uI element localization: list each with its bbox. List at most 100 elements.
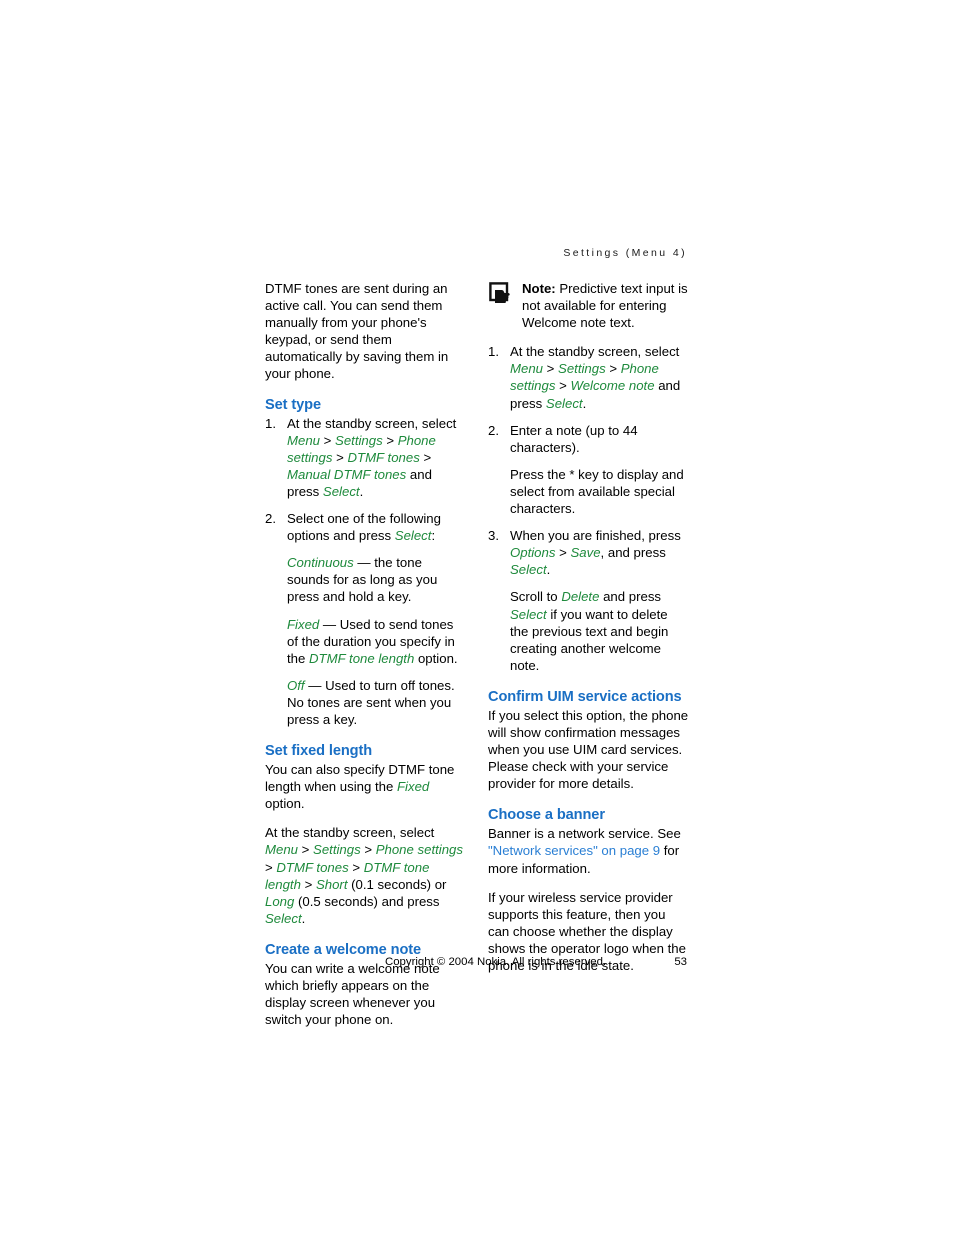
option-off: Off — Used to turn off tones. No tones a… xyxy=(287,677,466,728)
option-dash: — xyxy=(353,555,375,571)
ui-path-dtmf-tones: DTMF tones xyxy=(347,449,420,465)
ui-path-save: Save xyxy=(570,545,601,561)
intro-paragraph: DTMF tones are sent during an active cal… xyxy=(265,281,449,382)
choose-banner-paragraph-1: Banner is a network service. See "Networ… xyxy=(488,825,689,876)
heading-set-fixed-length: Set fixed length xyxy=(265,743,373,760)
ui-path-select: Select xyxy=(510,606,547,622)
step-end: : xyxy=(431,528,436,544)
ui-path-menu: Menu xyxy=(510,361,543,377)
right-column: Note: Predictive text input is not avail… xyxy=(488,280,689,974)
long-duration: (0.5 seconds) and press xyxy=(294,893,440,909)
path-separator: > xyxy=(300,876,316,892)
ui-path-fixed: Fixed xyxy=(396,779,430,795)
left-column: DTMF tones are sent during an active cal… xyxy=(265,280,466,1028)
step-text-secondary: Scroll to Delete and press Select if you… xyxy=(510,588,689,673)
welcome-note-steps: 1. At the standby screen, select Menu > … xyxy=(488,343,689,674)
short-duration: (0.1 seconds) or xyxy=(347,876,447,892)
list-item: 2. Enter a note (up to 44 characters). P… xyxy=(488,422,689,517)
path-separator: > xyxy=(332,449,348,465)
path-separator: > xyxy=(605,361,621,377)
step-end: . xyxy=(582,395,587,411)
path-separator: > xyxy=(555,545,571,561)
confirm-uim-paragraph: If you select this option, the phone wil… xyxy=(488,707,689,792)
ui-path-short: Short xyxy=(315,876,348,892)
path-separator: > xyxy=(555,378,571,394)
step-lead: When you are finished, press xyxy=(510,528,681,544)
step-lead: At the standby screen, select xyxy=(287,415,457,431)
heading-choose-a-banner: Choose a banner xyxy=(488,807,605,824)
option-dash: — xyxy=(304,677,326,693)
text-lead: Scroll to xyxy=(510,589,562,605)
note-label: Note: xyxy=(522,281,556,296)
option-term: Fixed xyxy=(287,616,320,632)
path-separator: > xyxy=(298,842,314,858)
ui-path-dtmf-tones: DTMF tones xyxy=(276,859,349,875)
step-number: 2. xyxy=(265,511,276,527)
ui-path-options: Options xyxy=(510,545,556,561)
ui-path-select: Select xyxy=(545,395,583,411)
step-mid: , and press xyxy=(600,545,666,561)
note-callout: Note: Predictive text input is not avail… xyxy=(488,280,689,331)
step-number: 3. xyxy=(488,528,499,544)
text-before: Banner is a network service. See xyxy=(488,826,681,842)
ui-path-menu: Menu xyxy=(265,842,298,858)
ui-path-select: Select xyxy=(322,483,360,499)
step-text-secondary: Press the * key to display and select fr… xyxy=(510,466,684,517)
step-number: 1. xyxy=(265,415,276,431)
ui-path-dtmf-tone-length: DTMF tone length xyxy=(309,650,415,666)
text-after: option. xyxy=(265,796,305,812)
path-separator: > xyxy=(348,859,364,875)
text-end: . xyxy=(301,910,306,926)
fixed-length-paragraph-2: At the standby screen, select Menu > Set… xyxy=(265,824,466,927)
list-item: 1. At the standby screen, select Menu > … xyxy=(265,415,466,500)
set-type-steps: 1. At the standby screen, select Menu > … xyxy=(265,415,466,729)
fixed-length-paragraph-1: You can also specify DTMF tone length wh… xyxy=(265,761,466,812)
step-text: Enter a note (up to 44 characters). xyxy=(510,422,638,455)
note-pointing-hand-icon xyxy=(489,282,515,306)
step-end: . xyxy=(359,483,364,499)
text-mid: and press xyxy=(599,589,662,605)
running-header: Settings (Menu 4) xyxy=(563,247,687,259)
ui-path-long: Long xyxy=(265,893,295,909)
ui-path-select: Select xyxy=(510,562,547,578)
text-lead: At the standby screen, select xyxy=(265,825,435,841)
heading-confirm-uim-service-actions: Confirm UIM service actions xyxy=(488,688,682,705)
path-separator: > xyxy=(360,842,376,858)
ui-path-menu: Menu xyxy=(287,432,320,448)
ui-path-phone-settings: Phone settings xyxy=(375,842,463,858)
step-lead: At the standby screen, select xyxy=(510,344,680,360)
step-number: 1. xyxy=(488,344,499,360)
step-text: At the standby screen, select Menu > Set… xyxy=(510,343,689,411)
list-item: 2. Select one of the following options a… xyxy=(265,510,466,728)
cross-reference-link[interactable]: "Network services" on page 9 xyxy=(488,843,660,858)
ui-path-select: Select xyxy=(265,910,302,926)
list-item: 1. At the standby screen, select Menu > … xyxy=(488,343,689,411)
list-item: 3. When you are finished, press Options … xyxy=(488,527,689,674)
option-fixed: Fixed — Used to send tones of the durati… xyxy=(287,616,466,667)
ui-path-settings: Settings xyxy=(558,361,606,377)
step-number: 2. xyxy=(488,422,499,438)
path-separator: > xyxy=(543,361,559,377)
create-welcome-note-paragraph: You can write a welcome note which brief… xyxy=(265,960,440,1028)
ui-path-select: Select xyxy=(394,528,432,544)
ui-path-welcome-note: Welcome note xyxy=(570,378,655,394)
ui-path-delete: Delete xyxy=(561,589,600,605)
option-dash: — xyxy=(319,616,340,632)
ui-path-settings: Settings xyxy=(313,842,361,858)
ui-path-manual-dtmf-tones: Manual DTMF tones xyxy=(287,466,407,482)
step-text: When you are finished, press Options > S… xyxy=(510,527,689,578)
path-separator: > xyxy=(265,859,277,875)
step-end: . xyxy=(546,562,551,578)
option-continuous: Continuous — the tone sounds for as long… xyxy=(287,554,466,605)
heading-set-type: Set type xyxy=(265,396,321,413)
step-text: Select one of the following options and … xyxy=(287,510,466,544)
option-term: Continuous xyxy=(287,555,354,571)
manual-page: Settings (Menu 4) DTMF tones are sent du… xyxy=(0,0,954,1235)
path-separator: > xyxy=(419,449,432,465)
ui-path-settings: Settings xyxy=(335,432,383,448)
path-separator: > xyxy=(320,432,336,448)
option-term: Off xyxy=(287,677,305,693)
copyright-notice: Copyright © 2004 Nokia. All rights reser… xyxy=(385,956,607,968)
step-text: At the standby screen, select Menu > Set… xyxy=(287,415,466,500)
page-number: 53 xyxy=(674,956,687,968)
